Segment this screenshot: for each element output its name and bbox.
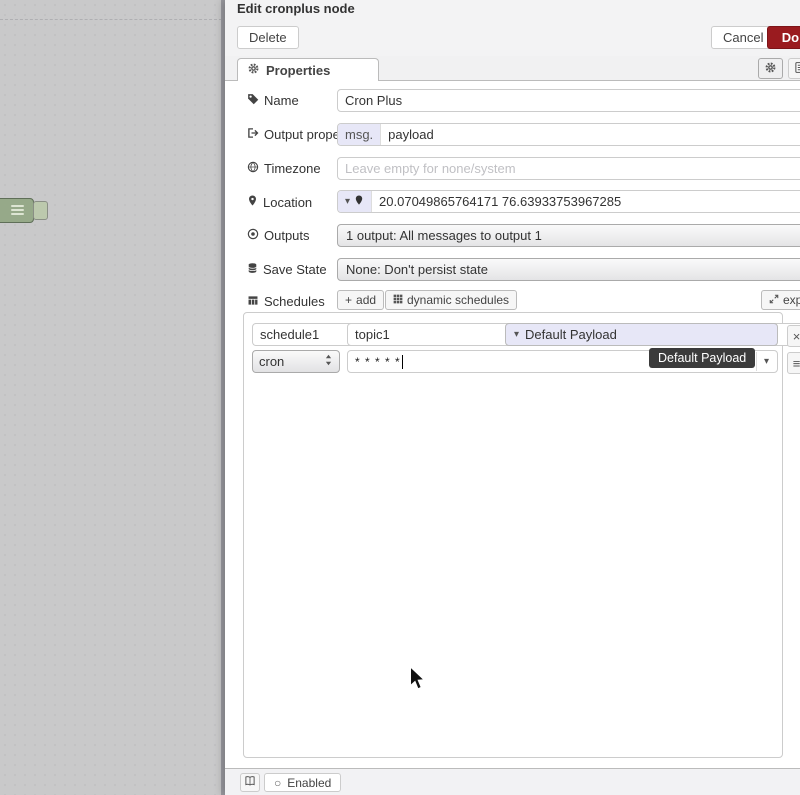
name-label: Name [247, 93, 335, 108]
form-row-outputs: Outputs 1 output: All messages to output… [225, 224, 800, 247]
gear-icon [247, 62, 260, 78]
globe-icon [247, 161, 259, 176]
schedule-type-value: cron [259, 354, 284, 369]
close-icon: × [793, 329, 800, 344]
expand-arrows-icon [769, 293, 779, 307]
location-value[interactable]: 20.07049865764171 76.63933753967285 [372, 191, 628, 212]
book-icon [244, 775, 256, 790]
enabled-label: Enabled [287, 776, 331, 790]
form-row-output-property: Output property msg. payload [225, 123, 800, 146]
schedule-type-select[interactable]: cron [252, 350, 340, 373]
sign-out-icon [247, 127, 259, 142]
chevron-down-icon: ▾ [764, 357, 769, 367]
schedules-label: Schedules [247, 294, 335, 309]
tab-properties[interactable]: Properties [237, 58, 379, 81]
stepper-arrows-icon [324, 353, 333, 370]
schedule-panel: ▾ Default Payload cron * * * * * ▾ [243, 312, 783, 758]
timezone-input[interactable] [337, 157, 800, 180]
add-schedule-button[interactable]: + add [337, 290, 384, 310]
location-label: Location [247, 194, 335, 210]
plus-icon: + [345, 293, 352, 307]
map-pin-icon [354, 194, 364, 209]
default-payload-tooltip: Default Payload [649, 348, 755, 368]
output-property-typed-input: msg. payload [337, 123, 800, 146]
save-state-label: Save State [247, 262, 335, 277]
payload-type-select[interactable]: ▾ Default Payload [505, 323, 778, 346]
form-row-timezone: Timezone [225, 157, 800, 180]
menu-lines-icon [11, 205, 24, 217]
cron-expression-value: * * * * * [355, 355, 401, 369]
tray-header: Edit cronplus node Delete Cancel Done [225, 0, 800, 56]
output-property-value[interactable]: payload [381, 124, 441, 145]
node-enabled-toggle[interactable]: ○ Enabled [264, 773, 341, 792]
outputs-label: Outputs [247, 228, 335, 243]
flow-canvas[interactable] [0, 0, 222, 795]
outputs-select[interactable]: 1 output: All messages to output 1 [337, 224, 800, 247]
tray-footer: ○ Enabled [225, 768, 800, 795]
drag-handle-button[interactable]: ≡ [787, 352, 800, 374]
edit-node-tray: Edit cronplus node Delete Cancel Done Pr… [225, 0, 800, 795]
name-input[interactable] [337, 89, 800, 112]
tab-strip: Properties [225, 56, 800, 81]
save-state-select[interactable]: None: Don't persist state [337, 258, 800, 281]
tag-icon [247, 93, 259, 108]
expression-dropdown-button[interactable]: ▾ [756, 352, 776, 371]
chevron-down-icon: ▾ [514, 330, 519, 340]
dynamic-schedules-button[interactable]: dynamic schedules [385, 290, 517, 310]
circle-icon: ○ [274, 776, 281, 790]
menu-icon: ≡ [793, 356, 800, 371]
cancel-button[interactable]: Cancel [711, 26, 775, 49]
gear-icon [764, 61, 777, 77]
remove-schedule-button[interactable]: × [787, 325, 800, 347]
form-row-location: Location ▾ 20.07049865764171 76.63933753… [225, 190, 800, 213]
node-description-button[interactable] [788, 58, 800, 79]
timezone-label: Timezone [247, 161, 335, 176]
selection-dashed-line [0, 19, 222, 20]
text-cursor [402, 355, 403, 369]
form-row-schedules: Schedules + add dynamic [225, 290, 800, 313]
form-row-name: Name [225, 89, 800, 112]
dialog-title: Edit cronplus node [237, 1, 355, 16]
dot-circle-icon [247, 228, 259, 243]
tab-properties-label: Properties [266, 63, 330, 78]
form-row-save-state: Save State None: Don't persist state [225, 258, 800, 281]
node-help-button[interactable] [240, 773, 260, 792]
cronplus-node-output-port[interactable] [33, 201, 48, 220]
location-typed-input: ▾ 20.07049865764171 76.63933753967285 [337, 190, 800, 213]
expand-button[interactable]: expand [761, 290, 800, 310]
database-icon [247, 262, 258, 277]
delete-button[interactable]: Delete [237, 26, 299, 49]
document-icon [794, 61, 800, 77]
done-button[interactable]: Done [767, 26, 800, 49]
map-marker-icon [247, 194, 258, 210]
msg-type-button[interactable]: msg. [338, 124, 381, 145]
cronplus-node[interactable] [0, 198, 34, 223]
output-property-label: Output property [247, 127, 335, 142]
chevron-down-icon: ▾ [345, 197, 350, 207]
grid-icon [393, 293, 403, 307]
payload-type-value: Default Payload [525, 327, 617, 342]
node-settings-button[interactable] [758, 58, 783, 79]
location-type-button[interactable]: ▾ [338, 191, 372, 212]
table-icon [247, 294, 259, 309]
